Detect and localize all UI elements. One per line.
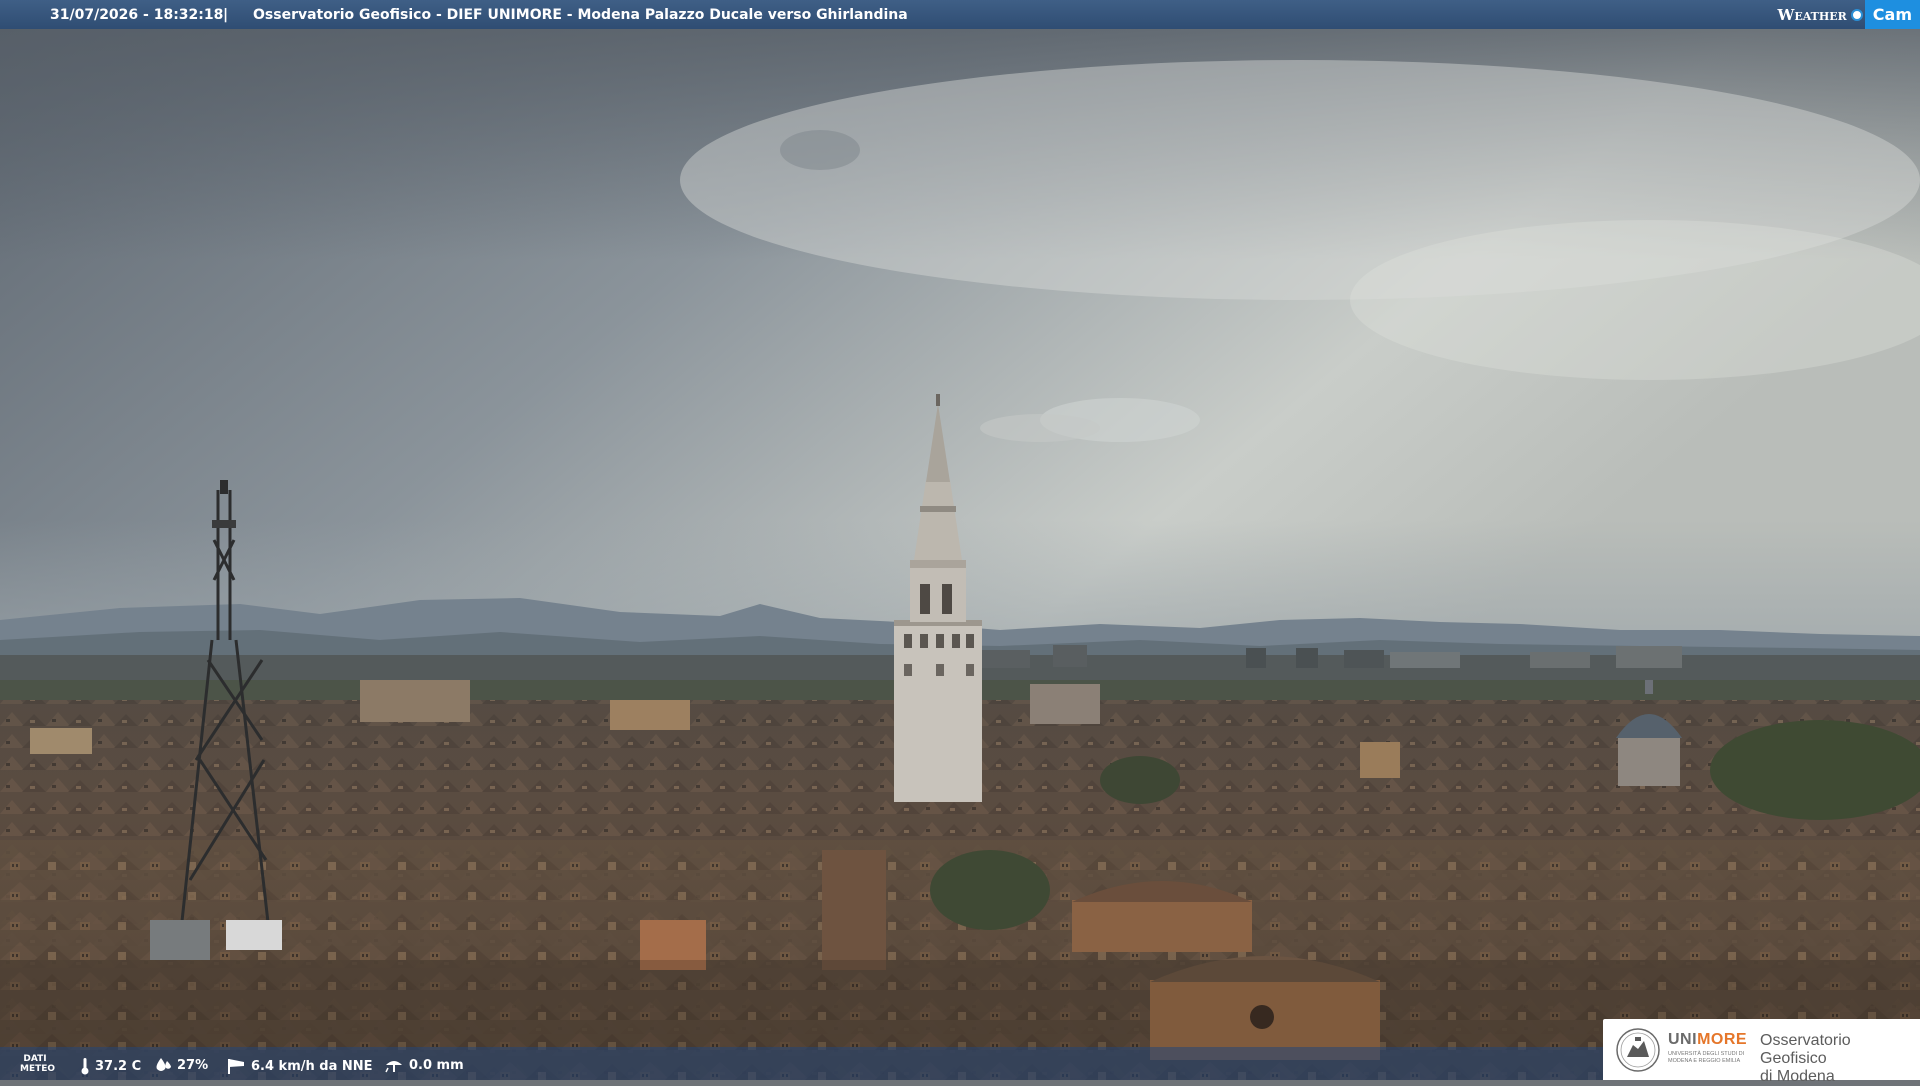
humidity-value: 27%: [177, 1058, 208, 1073]
wind-sock-icon: [226, 1057, 246, 1075]
wind-reading: 6.4 km/h da NNE: [226, 1057, 373, 1075]
humidity-drop-icon: [154, 1057, 172, 1073]
humidity-reading: 27%: [154, 1057, 208, 1073]
university-subtitle: UNIVERSITÀ DEGLI STUDI DI MODENA E REGGI…: [1668, 1051, 1758, 1065]
lens-icon: [1851, 9, 1863, 21]
rain-gauge-icon: [384, 1057, 404, 1073]
weather-data-bar: DATI METEO 37.2 C 27% 6.4 km/h da NNE 0.…: [0, 1047, 1605, 1080]
thermometer-icon: [80, 1057, 90, 1075]
unimore-logo: UNIMORE UNIVERSITÀ DEGLI STUDI DI MODENA…: [1603, 1019, 1920, 1080]
weathercam-logo-cam: Cam: [1865, 0, 1920, 29]
rain-reading: 0.0 mm: [384, 1057, 464, 1073]
weather-data-label: DATI METEO: [20, 1054, 50, 1074]
temperature-value: 37.2 C: [95, 1059, 141, 1074]
weathercam-logo-weather: Weather: [1778, 6, 1851, 24]
capture-timestamp: 31/07/2026 - 18:32:18: [50, 7, 223, 23]
webcam-image: [0, 0, 1920, 1080]
observatory-name: Osservatorio Geofisico di Modena: [1760, 1032, 1920, 1086]
title-separator: |: [223, 7, 228, 23]
university-seal-icon: [1613, 1027, 1663, 1073]
overlay-top-bar: 31/07/2026 - 18:32:18 | Osservatorio Geo…: [0, 0, 1920, 29]
university-name: UNIMORE: [1668, 1031, 1747, 1049]
camera-title: Osservatorio Geofisico - DIEF UNIMORE - …: [253, 7, 908, 23]
temperature-reading: 37.2 C: [80, 1057, 141, 1075]
weathercam-logo: Weather Cam: [1778, 0, 1920, 29]
rain-value: 0.0 mm: [409, 1058, 464, 1073]
wind-value: 6.4 km/h da NNE: [251, 1059, 373, 1074]
